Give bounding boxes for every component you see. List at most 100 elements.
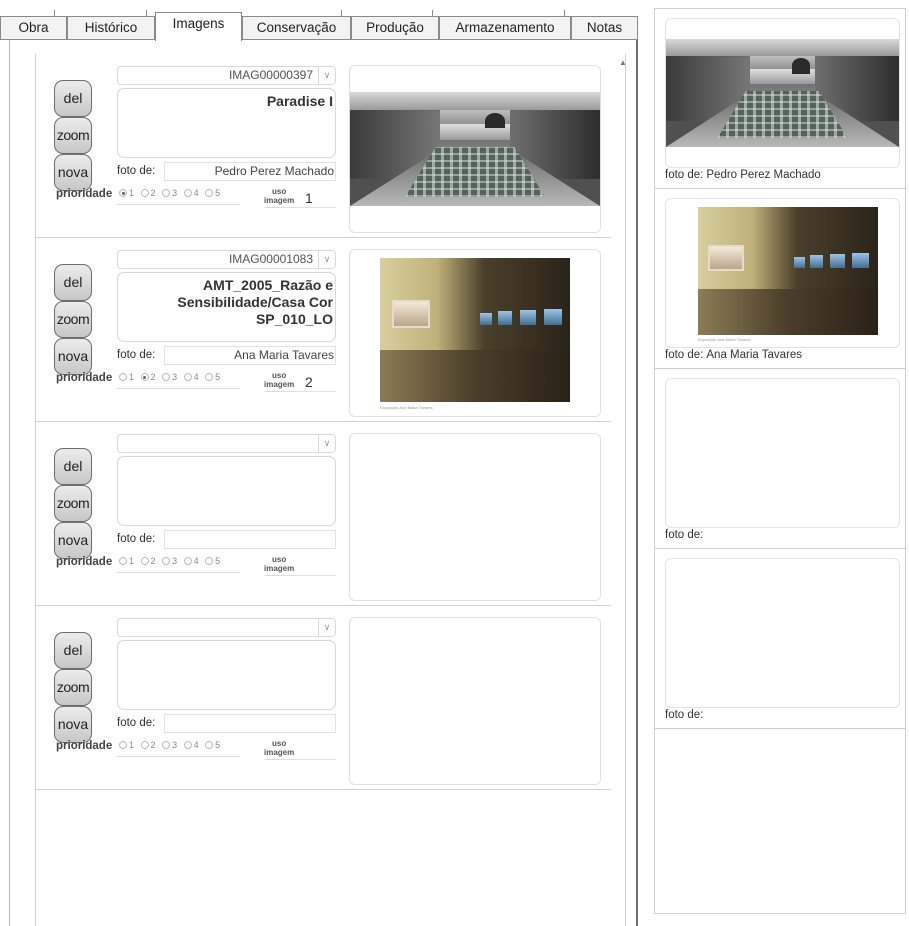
preview-caption: foto de:: [665, 709, 704, 721]
priority-radio-2[interactable]: 2: [140, 556, 156, 566]
del-button[interactable]: del: [54, 448, 92, 485]
tab-conservacao[interactable]: Conservação: [242, 10, 351, 40]
preview-caption: foto de:: [665, 529, 704, 541]
radio-icon: [205, 557, 214, 565]
priority-radio-4[interactable]: 4: [183, 372, 199, 382]
priority-radio-3[interactable]: 3: [162, 188, 177, 198]
priority-radio-5[interactable]: 5: [205, 372, 220, 382]
priority-radio-5[interactable]: 5: [205, 188, 220, 198]
image-record: del zoom nova IMAG00000397 ∨ Paradise I f…: [36, 54, 611, 238]
radio-icon: [183, 557, 192, 565]
preview-item: Exposição Ana Maria Tavares foto de: Ana …: [655, 189, 905, 369]
preview-image-empty[interactable]: [665, 558, 900, 708]
radio-selected-icon: [119, 189, 127, 197]
image-title-field[interactable]: [117, 640, 336, 710]
tab-notas[interactable]: Notas: [571, 16, 638, 40]
priority-radio-1[interactable]: 1: [119, 372, 134, 382]
preview-image-empty[interactable]: [665, 378, 900, 528]
radio-icon: [162, 557, 171, 565]
image-code-select[interactable]: ∨: [117, 618, 336, 637]
tab-historico[interactable]: Histórico: [67, 10, 155, 40]
del-button[interactable]: del: [54, 632, 92, 669]
zoom-button[interactable]: zoom: [54, 301, 92, 338]
chevron-down-icon[interactable]: ∨: [318, 67, 335, 84]
del-button[interactable]: del: [54, 80, 92, 117]
image-title-field[interactable]: Paradise I: [117, 88, 336, 158]
image-record: del zoom nova ∨ foto de: prioridade 1 2 …: [36, 422, 611, 606]
preview-photographer: Pedro Perez Machado: [706, 169, 821, 181]
image-thumbnail-empty[interactable]: [349, 433, 601, 601]
radio-icon: [205, 373, 214, 381]
preview-item: foto de: Pedro Perez Machado: [655, 9, 905, 189]
tab-obra[interactable]: Obra: [0, 10, 67, 40]
photo-caption: Exposição Ana Maria Tavares: [698, 337, 751, 342]
uso-imagem-label: uso imagem: [264, 739, 295, 757]
priority-radio-1[interactable]: 1: [119, 740, 134, 750]
priority-radio-4[interactable]: 4: [183, 188, 199, 198]
tab-bar: Obra Histórico Imagens Conservação Produ…: [0, 0, 640, 41]
priority-radio-3[interactable]: 3: [162, 556, 177, 566]
image-code-select[interactable]: ∨: [117, 434, 336, 453]
chevron-down-icon[interactable]: ∨: [318, 251, 335, 268]
priority-radio-group: 1 2 3 4 5: [119, 372, 224, 382]
image-thumbnail[interactable]: Exposição Ana Maria Tavares: [349, 249, 601, 417]
tab-label: Produção: [366, 20, 424, 35]
zoom-button[interactable]: zoom: [54, 485, 92, 522]
preview-image[interactable]: Exposição Ana Maria Tavares: [665, 198, 900, 348]
image-list[interactable]: del zoom nova IMAG00000397 ∨ Paradise I f…: [35, 54, 626, 926]
foto-de-label: foto de:: [117, 533, 156, 545]
image-code-select[interactable]: IMAG00000397 ∨: [117, 66, 336, 85]
priority-radio-3[interactable]: 3: [162, 372, 177, 382]
chevron-down-icon[interactable]: ∨: [318, 435, 335, 452]
radio-icon: [119, 741, 127, 749]
priority-radio-group: 1 2 3 4 5: [119, 556, 224, 566]
nova-button[interactable]: nova: [54, 154, 92, 191]
prioridade-label: prioridade: [56, 372, 113, 384]
priority-radio-1[interactable]: 1: [119, 188, 134, 198]
priority-radio-2[interactable]: 2: [140, 740, 156, 750]
photographer-field[interactable]: [164, 714, 336, 733]
image-title-field[interactable]: AMT_2005_Razão e Sensibilidade/Casa Cor …: [117, 272, 336, 342]
tab-imagens[interactable]: Imagens: [155, 12, 242, 41]
photographer-field[interactable]: Pedro Perez Machado: [164, 162, 336, 181]
uso-imagem-label: uso imagem: [264, 371, 295, 389]
gallery-photo: [380, 258, 570, 402]
preview-image[interactable]: [665, 18, 900, 168]
image-thumbnail-empty[interactable]: [349, 617, 601, 785]
uso-imagem-value[interactable]: 2: [305, 374, 313, 390]
gallery-photo: [698, 207, 878, 335]
nova-button[interactable]: nova: [54, 706, 92, 743]
priority-radio-4[interactable]: 4: [183, 556, 199, 566]
image-thumbnail[interactable]: [349, 65, 601, 233]
preview-item: foto de:: [655, 549, 905, 729]
zoom-button[interactable]: zoom: [54, 669, 92, 706]
preview-panel[interactable]: foto de: Pedro Perez Machado Exposição An…: [654, 8, 906, 914]
tab-armazenamento[interactable]: Armazenamento: [439, 10, 571, 40]
photographer-field[interactable]: [164, 530, 336, 549]
nova-button[interactable]: nova: [54, 522, 92, 559]
prioridade-label: prioridade: [56, 188, 113, 200]
image-code-value: IMAG00001083: [228, 252, 313, 266]
priority-radio-5[interactable]: 5: [205, 740, 220, 750]
priority-radio-3[interactable]: 3: [162, 740, 177, 750]
tab-label: Notas: [586, 20, 623, 35]
priority-radio-2[interactable]: 2: [140, 188, 156, 198]
priority-radio-5[interactable]: 5: [205, 556, 220, 566]
priority-radio-1[interactable]: 1: [119, 556, 134, 566]
photographer-field[interactable]: Ana Maria Tavares: [164, 346, 336, 365]
image-title-field[interactable]: [117, 456, 336, 526]
image-code-value: IMAG00000397: [228, 68, 313, 82]
tab-producao[interactable]: Produção: [351, 10, 439, 40]
radio-icon: [162, 189, 171, 197]
radio-icon: [140, 189, 149, 197]
priority-radio-4[interactable]: 4: [183, 740, 199, 750]
uso-imagem-value[interactable]: 1: [305, 190, 313, 206]
zoom-button[interactable]: zoom: [54, 117, 92, 154]
nova-button[interactable]: nova: [54, 338, 92, 375]
image-code-select[interactable]: IMAG00001083 ∨: [117, 250, 336, 269]
chevron-down-icon[interactable]: ∨: [318, 619, 335, 636]
radio-icon: [183, 741, 192, 749]
foto-de-label: foto de:: [117, 165, 156, 177]
priority-radio-2[interactable]: 2: [140, 372, 156, 382]
del-button[interactable]: del: [54, 264, 92, 301]
